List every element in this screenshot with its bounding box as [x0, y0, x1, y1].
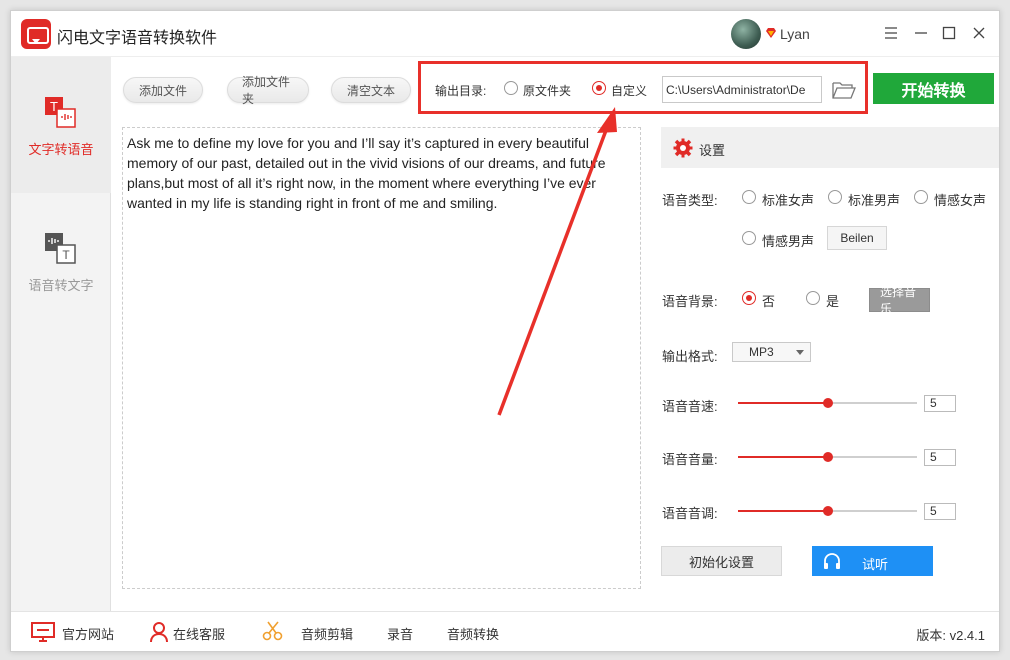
listen-button[interactable]: 试听	[812, 546, 933, 576]
voice-pitch-label: 语音音调:	[662, 506, 718, 521]
radio-original-folder-label[interactable]: 原文件夹	[523, 82, 571, 99]
version-label: 版本: v2.4.1	[916, 628, 985, 643]
sidebar-item-label: 文字转语音	[28, 142, 94, 157]
official-site-link[interactable]: 官方网站	[62, 624, 114, 643]
sidebar: T 文字转语音 T 语音转文字	[11, 57, 111, 611]
audio-edit-link[interactable]: 音频剪辑	[301, 624, 353, 643]
radio-custom-folder[interactable]	[592, 81, 606, 95]
voice-pitch-value[interactable]: 5	[924, 503, 956, 520]
start-convert-button[interactable]: 开始转换	[873, 73, 994, 104]
voice-emotional-female-label[interactable]: 情感女声	[934, 190, 986, 209]
voice-background-label: 语音背景:	[662, 294, 718, 309]
text-input-area[interactable]: Ask me to define my love for you and I’l…	[122, 127, 641, 589]
radio-original-folder[interactable]	[504, 81, 518, 95]
voice-speed-value[interactable]: 5	[924, 395, 956, 412]
voice-type-label: 语音类型:	[662, 193, 718, 208]
voice-volume-label: 语音音量:	[662, 452, 718, 467]
gear-icon	[673, 138, 693, 158]
folder-open-icon[interactable]	[831, 79, 857, 101]
slider-fill	[738, 402, 828, 404]
sidebar-item-label: 语音转文字	[28, 278, 94, 293]
svg-text:T: T	[62, 248, 70, 262]
voice-volume-value[interactable]: 5	[924, 449, 956, 466]
choose-music-button[interactable]: 选择音乐	[869, 285, 930, 316]
listen-button-label: 试听	[862, 557, 889, 572]
output-path-input[interactable]	[662, 76, 822, 103]
vip-diamond-icon	[766, 28, 776, 38]
slider-fill	[738, 510, 828, 512]
text-to-speech-icon: T	[45, 97, 76, 128]
add-file-button[interactable]: 添加文件	[123, 77, 203, 103]
voice-speed-slider[interactable]	[738, 395, 917, 411]
radio-background-yes[interactable]	[806, 291, 820, 305]
settings-title: 设置	[699, 143, 726, 158]
sidebar-item-speech-to-text[interactable]: T 语音转文字	[11, 193, 111, 329]
record-link[interactable]: 录音	[387, 624, 413, 643]
clear-text-button[interactable]: 清空文本	[331, 77, 411, 103]
output-format-value: MP3	[749, 345, 774, 359]
avatar[interactable]	[731, 19, 761, 49]
radio-voice-emotional-male[interactable]	[742, 231, 756, 245]
voice-speed-label: 语音音速:	[662, 399, 718, 414]
minimize-icon[interactable]	[911, 23, 931, 43]
slider-knob[interactable]	[822, 452, 833, 462]
radio-custom-folder-label[interactable]: 自定义	[611, 82, 647, 99]
sidebar-item-text-to-speech[interactable]: T 文字转语音	[11, 57, 111, 193]
settings-header: 设置	[661, 127, 999, 168]
add-folder-button[interactable]: 添加文件夹	[227, 75, 309, 106]
speech-to-text-icon: T	[45, 233, 76, 264]
online-service-link[interactable]: 在线客服	[173, 624, 225, 643]
voice-volume-slider[interactable]	[738, 449, 917, 465]
bottom-bar: 官方网站 在线客服 音频剪辑 录音 音频转换 版本: v2.4.1	[11, 611, 999, 651]
customer-service-icon	[150, 622, 168, 643]
background-yes-label[interactable]: 是	[826, 291, 839, 310]
voice-emotional-male-label[interactable]: 情感男声	[762, 231, 814, 250]
radio-voice-emotional-female[interactable]	[914, 190, 928, 204]
app-title: 闪电文字语音转换软件	[57, 30, 218, 47]
chevron-down-icon	[796, 350, 804, 355]
reset-settings-button[interactable]: 初始化设置	[661, 546, 782, 576]
username[interactable]: Lyan	[780, 26, 810, 42]
slider-knob[interactable]	[822, 506, 833, 516]
menu-icon[interactable]	[881, 23, 901, 43]
radio-voice-standard-female[interactable]	[742, 190, 756, 204]
output-format-select[interactable]: MP3	[732, 342, 811, 362]
scissors-icon	[262, 621, 283, 641]
beilen-voice-button[interactable]: Beilen	[827, 226, 887, 250]
headphones-icon	[824, 553, 840, 569]
monitor-icon	[31, 622, 55, 642]
background-no-label[interactable]: 否	[762, 291, 775, 310]
slider-fill	[738, 456, 828, 458]
audio-convert-link[interactable]: 音频转换	[447, 624, 499, 643]
close-icon[interactable]	[969, 23, 989, 43]
output-dir-label: 输出目录:	[435, 84, 487, 98]
voice-standard-male-label[interactable]: 标准男声	[848, 190, 900, 209]
voice-pitch-slider[interactable]	[738, 503, 917, 519]
app-window: 闪电文字语音转换软件 Lyan T 文字转语音 T 语音转文字 添加文件 添加文…	[10, 10, 1000, 652]
title-bar: 闪电文字语音转换软件 Lyan	[11, 11, 999, 57]
output-format-label: 输出格式:	[662, 349, 718, 364]
slider-knob[interactable]	[822, 398, 833, 408]
radio-voice-standard-male[interactable]	[828, 190, 842, 204]
maximize-icon[interactable]	[939, 23, 959, 43]
app-logo-icon	[21, 19, 51, 49]
radio-background-no[interactable]	[742, 291, 756, 305]
voice-standard-female-label[interactable]: 标准女声	[762, 190, 814, 209]
